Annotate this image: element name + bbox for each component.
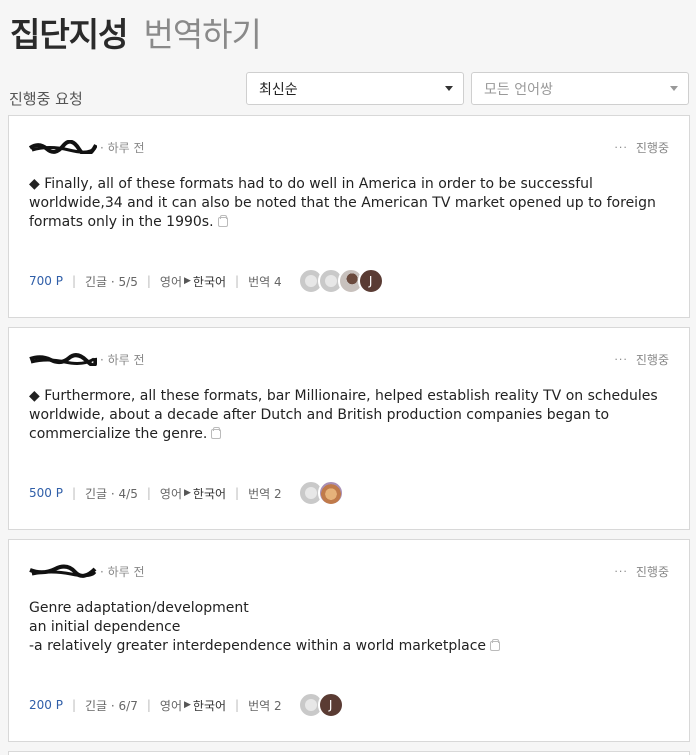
source-language: 영어	[159, 698, 182, 713]
sort-select[interactable]: 최신순	[246, 72, 464, 105]
page-subtitle: 번역하기	[143, 15, 261, 54]
request-card[interactable]	[8, 751, 690, 755]
more-dots-icon[interactable]: ···	[614, 141, 628, 154]
avatar[interactable]	[317, 480, 344, 506]
language-pair-placeholder: 모든 언어쌍	[484, 81, 553, 98]
request-time: · 하루 전	[100, 564, 145, 579]
target-language: 한국어	[192, 698, 227, 713]
reward-points: 700 P	[29, 274, 63, 288]
page-header: 집단지성 번역하기	[10, 8, 262, 58]
translation-count: 번역 4	[248, 274, 282, 289]
avatar[interactable]: J	[317, 692, 344, 718]
more-dots-icon[interactable]: ···	[614, 565, 628, 578]
chevron-down-icon	[670, 86, 678, 91]
length-badge: 긴글 · 6/7	[85, 698, 138, 713]
chevron-down-icon	[445, 86, 453, 91]
section-label: 진행중 요청	[9, 90, 83, 108]
request-meta: 700 P | 긴글 · 5/5 | 영어 ▶ 한국어 | 번역 4 J	[29, 266, 384, 296]
card-header: · 하루 전 ··· 진행중	[29, 138, 669, 156]
source-language: 영어	[159, 274, 182, 289]
author-redacted[interactable]	[29, 564, 97, 578]
avatar[interactable]: J	[357, 268, 384, 294]
copy-icon[interactable]	[490, 639, 501, 651]
request-text[interactable]: Genre adaptation/development an initial …	[29, 599, 659, 656]
reward-points: 200 P	[29, 698, 63, 712]
language-pair-select[interactable]: 모든 언어쌍	[471, 72, 689, 105]
status-label: 진행중	[635, 140, 669, 155]
translation-count: 번역 2	[248, 486, 282, 501]
request-text[interactable]: ◆ Furthermore, all these formats, bar Mi…	[29, 387, 659, 444]
translator-avatars: J	[297, 268, 384, 294]
arrow-right-icon: ▶	[184, 276, 191, 286]
author-redacted[interactable]	[29, 140, 97, 154]
request-meta: 500 P | 긴글 · 4/5 | 영어 ▶ 한국어 | 번역 2	[29, 478, 344, 508]
page-title: 집단지성	[10, 15, 128, 54]
status-label: 진행중	[635, 352, 669, 367]
reward-points: 500 P	[29, 486, 63, 500]
source-language: 영어	[159, 486, 182, 501]
length-badge: 긴글 · 5/5	[85, 274, 138, 289]
status-indicator: ··· 진행중	[614, 351, 669, 368]
request-card[interactable]: · 하루 전 ··· 진행중 ◆ Furthermore, all these …	[8, 327, 690, 530]
request-card[interactable]: · 하루 전 ··· 진행중 Genre adaptation/developm…	[8, 539, 690, 742]
status-indicator: ··· 진행중	[614, 139, 669, 156]
sort-select-value: 최신순	[259, 81, 298, 98]
request-meta: 200 P | 긴글 · 6/7 | 영어 ▶ 한국어 | 번역 2 J	[29, 690, 344, 720]
arrow-right-icon: ▶	[184, 700, 191, 710]
card-header: · 하루 전 ··· 진행중	[29, 350, 669, 368]
target-language: 한국어	[192, 486, 227, 501]
copy-icon[interactable]	[217, 215, 228, 227]
status-label: 진행중	[635, 564, 669, 579]
request-time: · 하루 전	[100, 352, 145, 367]
request-time: · 하루 전	[100, 140, 145, 155]
arrow-right-icon: ▶	[184, 488, 191, 498]
length-badge: 긴글 · 4/5	[85, 486, 138, 501]
translator-avatars	[297, 480, 344, 506]
card-header: · 하루 전 ··· 진행중	[29, 562, 669, 580]
translation-count: 번역 2	[248, 698, 282, 713]
translator-avatars: J	[297, 692, 344, 718]
more-dots-icon[interactable]: ···	[614, 353, 628, 366]
request-card[interactable]: · 하루 전 ··· 진행중 ◆ Finally, all of these f…	[8, 115, 690, 318]
target-language: 한국어	[192, 274, 227, 289]
copy-icon[interactable]	[211, 427, 222, 439]
request-text[interactable]: ◆ Finally, all of these formats had to d…	[29, 175, 659, 232]
author-redacted[interactable]	[29, 352, 97, 366]
status-indicator: ··· 진행중	[614, 563, 669, 580]
